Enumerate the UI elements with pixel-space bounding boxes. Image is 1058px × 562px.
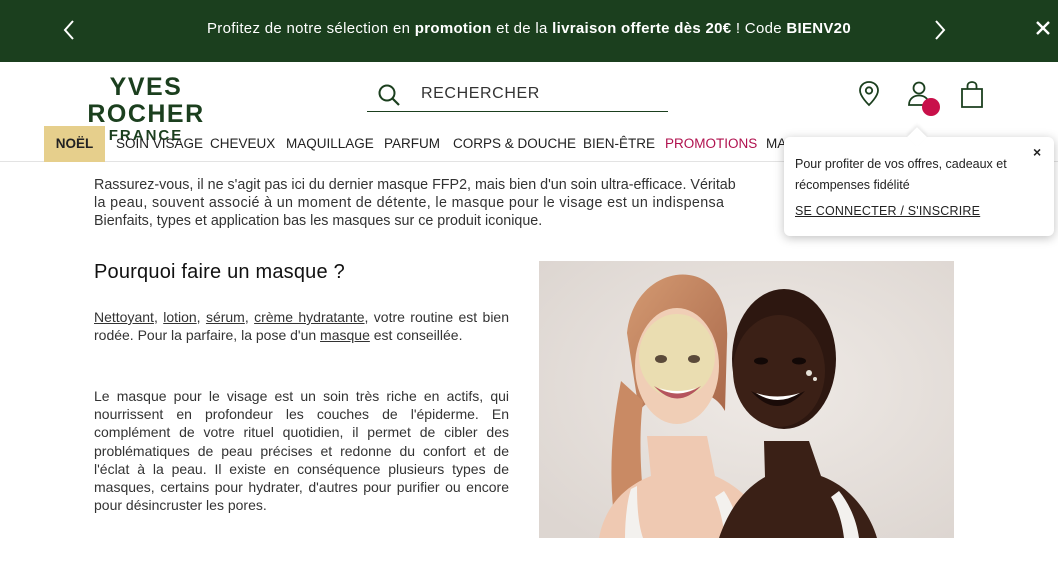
- search-icon[interactable]: [377, 83, 403, 109]
- link-masque[interactable]: masque: [320, 327, 370, 343]
- intro-line-2: la peau, souvent associé à un moment de …: [94, 195, 725, 211]
- notification-dot: [922, 98, 940, 116]
- article-image: [539, 261, 954, 538]
- section-heading: Pourquoi faire un masque ?: [94, 261, 345, 283]
- paragraph-text: est conseillée.: [369, 327, 463, 344]
- paragraph-routine: Nettoyant, lotion, sérum, crème hydratan…: [94, 308, 509, 344]
- women-face-mask-image: [539, 261, 954, 538]
- promo-message[interactable]: Profitez de notre sélection en promotion…: [0, 20, 1058, 37]
- chevron-right-icon[interactable]: [927, 16, 951, 44]
- link-lotion[interactable]: lotion: [163, 309, 196, 325]
- link-creme-hydratante[interactable]: crème hydratante: [254, 309, 364, 325]
- logo-brand: YVES ROCHER: [87, 73, 205, 128]
- promo-text-5: ! Code: [731, 20, 787, 37]
- link-nettoyant[interactable]: Nettoyant: [94, 309, 154, 325]
- separator: ,: [196, 309, 206, 325]
- nav-item-promotions[interactable]: PROMOTIONS: [665, 126, 757, 162]
- promo-text-2: promotion: [414, 20, 492, 37]
- shopping-bag-icon[interactable]: [959, 80, 985, 110]
- login-register-link[interactable]: SE CONNECTER / S'INSCRIRE: [795, 204, 980, 218]
- nav-item-soin-visage[interactable]: SOIN VISAGE: [116, 126, 203, 162]
- paragraph-benefits: Le masque pour le visage est un soin trè…: [94, 388, 509, 514]
- nav-item-bien-etre[interactable]: BIEN-ÊTRE: [583, 126, 655, 162]
- article-intro: Rassurez-vous, il ne s'agit pas ici du d…: [94, 176, 794, 230]
- popup-message: Pour profiter de vos offres, cadeaux et …: [795, 157, 1007, 192]
- separator: ,: [153, 309, 164, 325]
- search-input[interactable]: [421, 82, 661, 106]
- close-icon[interactable]: [1034, 19, 1052, 37]
- nav-item-cheveux[interactable]: CHEVEUX: [210, 126, 275, 162]
- search-bar[interactable]: [367, 78, 668, 112]
- intro-line-1: Rassurez-vous, il ne s'agit pas ici du d…: [94, 177, 736, 193]
- separator: ,: [244, 309, 255, 325]
- nav-item-parfum[interactable]: PARFUM: [384, 126, 440, 162]
- promo-text-3: et de la: [491, 20, 553, 37]
- promo-text-1: Profitez de notre sélection en: [207, 20, 415, 37]
- nav-item-noel[interactable]: NOËL: [44, 126, 105, 162]
- promo-code: BIENV20: [786, 20, 851, 37]
- nav-item-maquillage[interactable]: MAQUILLAGE: [286, 126, 374, 162]
- nav-item-corps-douche[interactable]: CORPS & DOUCHE: [453, 126, 576, 162]
- promo-banner: Profitez de notre sélection en promotion…: [0, 0, 1058, 62]
- promo-text-4: livraison offerte dès 20€: [552, 20, 732, 37]
- location-pin-icon[interactable]: [857, 80, 881, 108]
- intro-line-3: Bienfaits, types et application bas les …: [94, 213, 543, 229]
- link-serum[interactable]: sérum: [206, 309, 245, 325]
- login-popup: × Pour profiter de vos offres, cadeaux e…: [784, 127, 1054, 236]
